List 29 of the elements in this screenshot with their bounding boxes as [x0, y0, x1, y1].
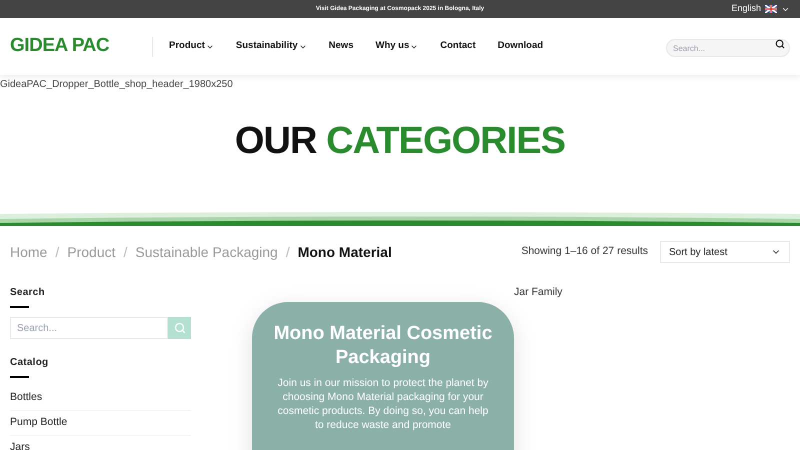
product-label[interactable]: Jar Family	[514, 285, 562, 301]
nav-link[interactable]: Why us	[375, 39, 418, 54]
logo[interactable]: GIDEA PAC	[10, 32, 152, 61]
search-icon[interactable]	[775, 38, 785, 48]
sort-select[interactable]: Sort by latest	[660, 241, 790, 263]
sidebar-heading: Search	[10, 286, 46, 300]
nav-link[interactable]: Product	[169, 39, 214, 54]
language-selector[interactable]: English	[731, 0, 790, 18]
nav-link[interactable]: Sustainability	[236, 39, 307, 54]
search-field[interactable]: Search...	[666, 39, 790, 57]
search-icon	[174, 322, 186, 334]
banner-alt-text: GideaPAC_Dropper_Bottle_shop_header_1980x250	[0, 78, 234, 92]
nav-link[interactable]: Download	[498, 39, 544, 54]
nav-link[interactable]: Contact	[440, 39, 476, 54]
category-link[interactable]: Pump Bottle	[10, 410, 191, 436]
flag-icon	[765, 5, 777, 13]
breadcrumb-separator: /	[286, 242, 290, 262]
promo-text: Join us in our mission to protect the planet by choosing Mono Material packaging for your cosmetic products. By doing so, you can help to reduce waste and promote	[276, 376, 490, 432]
breadcrumb-current[interactable]: Mono Material	[298, 242, 392, 262]
nav-link[interactable]: News	[328, 39, 354, 54]
sidebar-search-field[interactable]: Search...	[10, 317, 168, 339]
category-link[interactable]: Jars	[10, 436, 191, 450]
sidebar-heading: Catalog	[10, 356, 50, 370]
category-link[interactable]: Bottles	[10, 386, 191, 411]
result-count: Showing 1–16 of 27 results	[521, 244, 648, 260]
page-heading: OUR CATEGORIES	[234, 122, 566, 160]
breadcrumb-separator: /	[55, 242, 60, 262]
breadcrumb-separator: /	[124, 242, 128, 262]
promo-title: Mono Material Cosmetic Packaging	[272, 322, 494, 370]
